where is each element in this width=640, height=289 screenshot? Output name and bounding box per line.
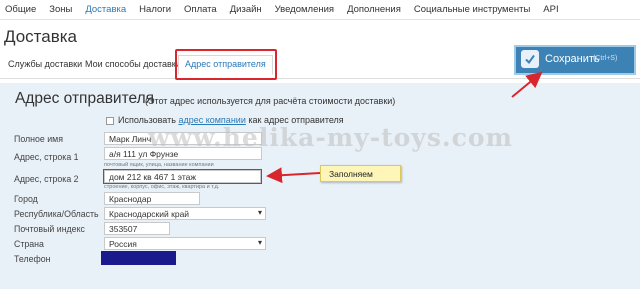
arrow-to-address-field [266,167,321,184]
annotation-arrows [266,71,543,184]
arrow-to-save-button [511,71,543,98]
